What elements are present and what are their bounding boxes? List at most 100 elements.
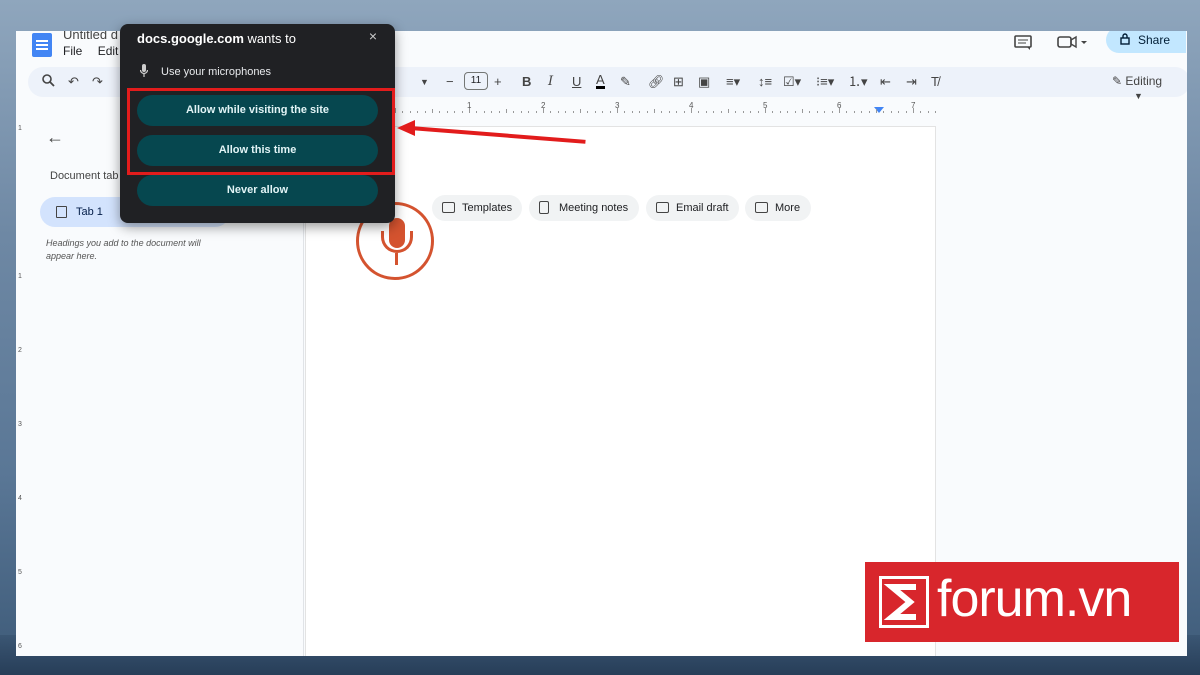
- font-size-input[interactable]: 11: [464, 72, 488, 90]
- ruler-tick: [913, 108, 914, 113]
- ruler-tick: [639, 111, 641, 113]
- checklist-icon[interactable]: ☑▾: [783, 74, 801, 90]
- bold-icon[interactable]: B: [522, 74, 531, 90]
- text-color-icon[interactable]: A: [596, 73, 605, 89]
- ruler-tick: [506, 109, 507, 113]
- document-title[interactable]: Untitled d: [63, 31, 118, 42]
- add-comment-icon[interactable]: ⊞: [673, 74, 684, 90]
- ruler-tick: [513, 111, 515, 113]
- redo-icon[interactable]: ↷: [92, 74, 103, 90]
- ruler-number: 5: [18, 569, 22, 576]
- ruler-tick: [424, 111, 426, 113]
- ruler-tick: [668, 111, 670, 113]
- pencil-icon: ✎: [1112, 74, 1123, 88]
- italic-icon[interactable]: I: [548, 74, 553, 90]
- ruler-tick: [491, 111, 493, 113]
- never-allow-button[interactable]: Never allow: [137, 175, 378, 206]
- ruler-number: 1: [18, 273, 22, 280]
- insert-link-icon[interactable]: 🔗︎: [648, 74, 665, 90]
- ruler-tick: [861, 111, 863, 113]
- highlight-color-icon[interactable]: ✎: [620, 74, 631, 90]
- ruler-tick: [535, 111, 537, 113]
- comment-icon[interactable]: [1014, 35, 1032, 56]
- ruler-tick: [624, 111, 626, 113]
- bulleted-list-icon[interactable]: ⁝≡▾: [816, 74, 834, 90]
- ruler-tick: [454, 111, 456, 113]
- chip-label: Email draft: [676, 202, 729, 214]
- increase-font-icon[interactable]: +: [494, 74, 502, 90]
- ruler-tick: [883, 111, 885, 113]
- search-menus-icon[interactable]: [42, 74, 55, 91]
- insert-image-icon[interactable]: ▣: [698, 74, 710, 90]
- ruler-tick: [802, 109, 803, 113]
- share-label: Share: [1138, 33, 1171, 47]
- font-dropdown-icon[interactable]: ▼: [420, 74, 429, 90]
- ruler-tick: [713, 111, 715, 113]
- decrease-indent-icon[interactable]: ⇤: [880, 74, 891, 90]
- ruler-tick: [691, 108, 692, 113]
- prompt-site: docs.google.com: [137, 31, 244, 46]
- ruler-tick: [572, 111, 574, 113]
- ruler-tick: [409, 111, 411, 113]
- watermark-text: forum.vn: [937, 570, 1132, 628]
- numbered-list-icon[interactable]: ⒈▾: [848, 74, 868, 90]
- undo-icon[interactable]: ↶: [68, 74, 79, 90]
- clear-formatting-icon[interactable]: T̸: [931, 74, 939, 90]
- decrease-font-icon[interactable]: −: [446, 74, 454, 90]
- menu-edit[interactable]: Edit: [98, 44, 119, 58]
- more-chip[interactable]: More: [745, 195, 811, 221]
- ruler-tick: [461, 111, 463, 113]
- menu-file[interactable]: File: [63, 44, 82, 58]
- underline-icon[interactable]: U: [572, 74, 581, 90]
- ruler-tick: [402, 111, 404, 113]
- ruler-tick: [594, 111, 596, 113]
- document-tabs-heading: Document tab: [50, 170, 119, 182]
- docs-logo-icon[interactable]: [32, 33, 52, 57]
- ruler-tick: [831, 111, 833, 113]
- templates-icon: [442, 202, 455, 213]
- ruler-tick: [728, 109, 729, 113]
- ruler-tick: [868, 111, 870, 113]
- ruler-tick: [580, 109, 581, 113]
- email-draft-chip[interactable]: Email draft: [646, 195, 739, 221]
- chevron-down-icon: ▼: [1134, 91, 1143, 101]
- ruler-tick: [557, 111, 559, 113]
- align-icon[interactable]: ≡▾: [726, 74, 740, 90]
- ruler-tick: [890, 111, 892, 113]
- ruler-tick: [498, 111, 500, 113]
- ruler-tick: [469, 108, 470, 113]
- tab-1-label: Tab 1: [76, 206, 103, 218]
- vertical-ruler: 1 1 2 3 4 5 6: [16, 117, 26, 656]
- increase-indent-icon[interactable]: ⇥: [906, 74, 917, 90]
- ruler-tick: [705, 111, 707, 113]
- ruler-tick: [927, 111, 929, 113]
- close-icon[interactable]: ×: [369, 28, 377, 44]
- templates-chip[interactable]: Templates: [432, 195, 522, 221]
- meet-video-icon[interactable]: [1057, 35, 1087, 54]
- permission-description: Use your microphones: [161, 66, 272, 78]
- ruler-tick: [617, 108, 618, 113]
- ruler-tick: [661, 111, 663, 113]
- ruler-tick: [898, 111, 900, 113]
- ruler-tick: [395, 108, 396, 113]
- meeting-notes-chip[interactable]: Meeting notes: [529, 195, 639, 221]
- ruler-tick: [439, 111, 441, 113]
- ruler-tick: [757, 111, 759, 113]
- horizontal-ruler[interactable]: 1 2 3 4 5 6 7: [321, 101, 951, 115]
- ruler-tick: [528, 111, 530, 113]
- ruler-tick: [742, 111, 744, 113]
- ruler-tick: [853, 111, 855, 113]
- back-arrow-icon[interactable]: ←: [46, 127, 64, 148]
- chip-label: More: [775, 202, 801, 214]
- editing-mode-dropdown[interactable]: ✎ Editing ▼: [1112, 74, 1187, 102]
- ruler-tick: [698, 111, 700, 113]
- share-button[interactable]: Share: [1106, 31, 1186, 53]
- line-spacing-icon[interactable]: ↕≡: [758, 74, 772, 90]
- ruler-tick: [765, 108, 766, 113]
- document-page[interactable]: Templates Meeting notes Email draft More: [305, 126, 936, 656]
- outline-hint: Headings you add to the document will ap…: [46, 238, 201, 261]
- ruler-tick: [772, 111, 774, 113]
- ruler-tick: [720, 111, 722, 113]
- ruler-tick: [683, 111, 685, 113]
- ruler-number: 2: [18, 347, 22, 354]
